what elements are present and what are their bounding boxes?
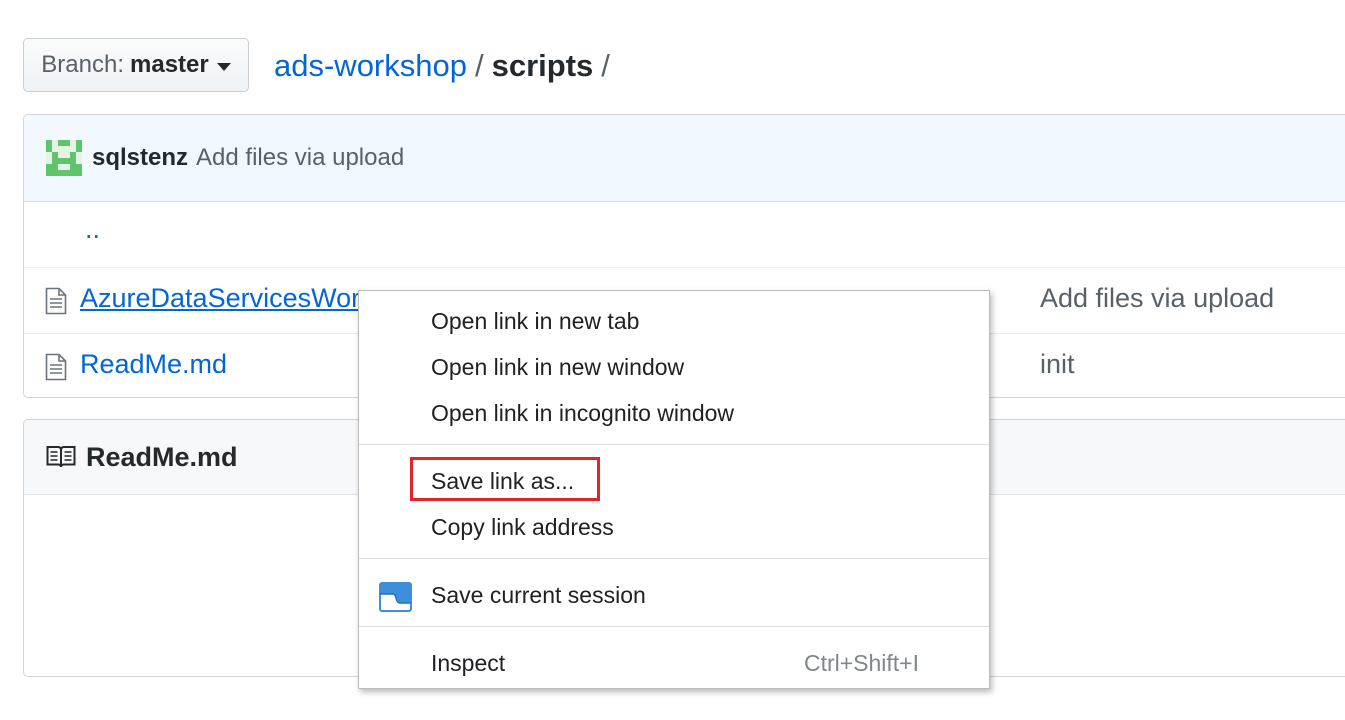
- branch-label: Branch:: [41, 51, 124, 78]
- commit-author[interactable]: sqlstenz: [92, 144, 188, 172]
- book-icon: [46, 446, 76, 468]
- breadcrumb-separator: /: [601, 48, 610, 83]
- file-link[interactable]: AzureDataServicesWor: [80, 283, 360, 314]
- menu-item-open-incognito[interactable]: Open link in incognito window: [359, 391, 989, 435]
- menu-item-inspect[interactable]: Inspect Ctrl+Shift+I: [359, 641, 989, 685]
- menu-divider: [359, 626, 989, 627]
- menu-item-label: Open link in new window: [431, 354, 685, 380]
- branch-value: master: [130, 51, 209, 78]
- menu-item-open-new-tab[interactable]: Open link in new tab: [359, 299, 989, 343]
- latest-commit-bar: sqlstenz Add files via upload: [24, 115, 1345, 202]
- menu-item-shortcut: Ctrl+Shift+I: [803, 650, 919, 676]
- readme-title: ReadMe.md: [86, 441, 238, 472]
- user-avatar[interactable]: [46, 140, 82, 176]
- menu-item-open-new-window[interactable]: Open link in new window: [359, 345, 989, 389]
- file-link[interactable]: ReadMe.md: [80, 349, 227, 380]
- menu-divider: [359, 558, 989, 559]
- menu-divider: [359, 444, 989, 445]
- menu-item-label: Open link in incognito window: [431, 400, 735, 426]
- file-icon: [45, 353, 67, 381]
- file-commit-message[interactable]: init: [1040, 349, 1075, 380]
- commit-message[interactable]: Add files via upload: [196, 144, 404, 172]
- session-window-icon: [379, 582, 412, 612]
- breadcrumb: ads-workshop / scripts /: [274, 44, 618, 88]
- highlight-annotation: [410, 457, 600, 501]
- breadcrumb-current-folder: scripts: [491, 48, 594, 83]
- context-menu: Open link in new tab Open link in new wi…: [358, 290, 990, 689]
- menu-item-save-current-session[interactable]: Save current session: [359, 573, 989, 617]
- menu-item-label: Open link in new tab: [431, 308, 640, 334]
- menu-item-label: Inspect: [431, 650, 506, 676]
- parent-dir-row: ..: [24, 202, 1345, 267]
- caret-down-icon: [216, 62, 231, 71]
- menu-item-label: Copy link address: [431, 514, 614, 540]
- parent-dir-link[interactable]: ..: [85, 214, 100, 245]
- file-commit-message[interactable]: Add files via upload: [1040, 283, 1274, 314]
- menu-item-copy-link-address[interactable]: Copy link address: [359, 505, 989, 549]
- menu-item-label: Save current session: [431, 582, 646, 608]
- breadcrumb-separator: /: [474, 48, 484, 83]
- breadcrumb-repo-link[interactable]: ads-workshop: [274, 48, 467, 83]
- branch-select-button[interactable]: Branch: master: [23, 38, 249, 92]
- file-icon: [45, 287, 67, 315]
